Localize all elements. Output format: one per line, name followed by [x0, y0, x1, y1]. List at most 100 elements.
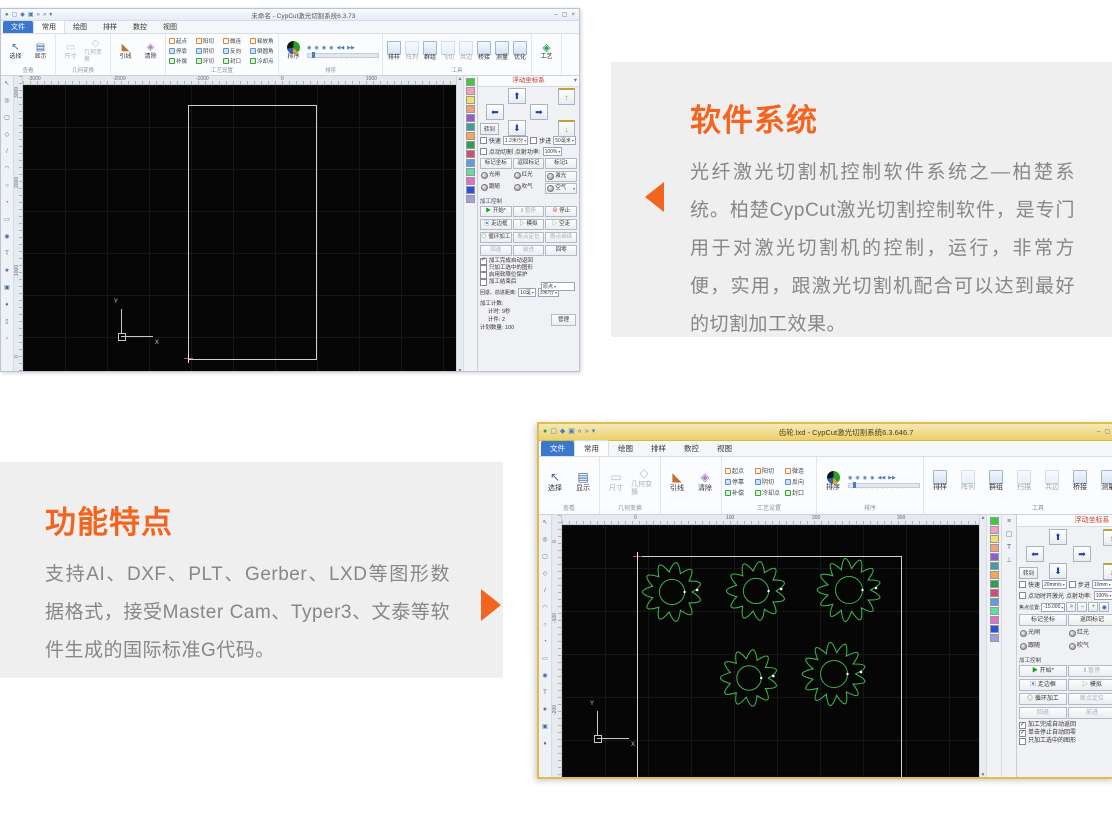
- nozzle-up-button[interactable]: ↑: [1103, 529, 1112, 546]
- step-checkbox[interactable]: [1069, 581, 1076, 588]
- mark-button[interactable]: 标记坐标: [480, 158, 512, 169]
- craft-setting-item[interactable]: 环切: [196, 57, 221, 65]
- sort-option-icon[interactable]: ◀◀: [878, 475, 886, 481]
- draw-tool-icon[interactable]: ◎: [4, 93, 9, 110]
- sort-option-icon[interactable]: ◉: [870, 475, 874, 481]
- process-button[interactable]: 暂停: [1068, 665, 1112, 677]
- palette-color[interactable]: [990, 589, 999, 597]
- draw-tool-icon[interactable]: T: [543, 685, 547, 702]
- ribbon-tool-button[interactable]: 测量: [1095, 470, 1112, 492]
- step-checkbox[interactable]: [530, 137, 537, 144]
- fast-speed-select[interactable]: 1.2米/分: [503, 136, 528, 145]
- palette-color[interactable]: [466, 132, 475, 140]
- draw-tool-icon[interactable]: ★: [4, 263, 9, 280]
- fast-speed-select[interactable]: 20mm/s: [1042, 580, 1067, 589]
- palette-color[interactable]: [990, 580, 999, 588]
- draw-tool-icon[interactable]: ▢: [542, 549, 548, 566]
- quick-access-icon[interactable]: ●: [543, 429, 547, 435]
- quick-access-icon[interactable]: ▣: [28, 12, 34, 18]
- palette-color[interactable]: [466, 78, 475, 86]
- palette-color[interactable]: [466, 159, 475, 167]
- craft-setting-item[interactable]: 反向: [785, 477, 813, 486]
- sort-option-icon[interactable]: ◉: [863, 475, 867, 481]
- canvas-scrollbar[interactable]: ▲▼: [979, 515, 986, 778]
- ribbon-tool-button[interactable]: 桥接: [476, 41, 492, 62]
- drawing-canvas[interactable]: Y X: [562, 525, 979, 778]
- craft-setting-item[interactable]: 微连: [223, 37, 248, 45]
- menu-tab[interactable]: 视图: [155, 21, 185, 33]
- scroll-up-icon[interactable]: ▲: [981, 515, 986, 521]
- palette-color[interactable]: [990, 562, 999, 570]
- sort-button[interactable]: 排序: [820, 471, 846, 492]
- palette-color[interactable]: [466, 168, 475, 176]
- craft-setting-item[interactable]: 阴切: [196, 47, 221, 55]
- select-button[interactable]: ↖选择: [542, 470, 568, 493]
- ribbon-tool-button[interactable]: 飞切: [440, 41, 456, 62]
- focus-adjust-button[interactable]: −: [1077, 602, 1087, 612]
- io-indicator[interactable]: 跟随: [1019, 641, 1067, 651]
- display-button[interactable]: ▤显示: [570, 470, 596, 493]
- craft-setting-item[interactable]: 微连: [785, 466, 813, 475]
- scroll-down-icon[interactable]: ▼: [458, 368, 463, 372]
- palette-color[interactable]: [990, 553, 999, 561]
- ribbon-tool-button[interactable]: 群组: [983, 470, 1009, 492]
- focus-position-select[interactable]: -15.000: [1041, 603, 1065, 612]
- io-indicator[interactable]: 空气: [545, 183, 577, 194]
- jog-right-button[interactable]: ➡: [530, 104, 548, 120]
- jog-right-button[interactable]: ➡: [1073, 546, 1091, 562]
- ribbon-tool-button[interactable]: 共边: [458, 41, 474, 62]
- erase-button[interactable]: ◈清除: [692, 470, 718, 493]
- draw-tool-icon[interactable]: ♦: [543, 736, 546, 753]
- io-indicator[interactable]: 跟随: [480, 183, 512, 192]
- menu-tab[interactable]: 绘图: [609, 441, 642, 456]
- draw-tool-icon[interactable]: ◇: [543, 566, 548, 583]
- process-button[interactable]: 循环加工: [480, 232, 512, 243]
- process-button[interactable]: 走边框: [1019, 679, 1067, 691]
- craft-button[interactable]: ◈工艺: [535, 42, 558, 61]
- palette-color[interactable]: [990, 607, 999, 615]
- sort-option-icon[interactable]: ▶▶: [347, 45, 355, 51]
- step-size-select[interactable]: 10mm: [1092, 580, 1112, 589]
- draw-tool-icon[interactable]: ▣: [4, 280, 10, 297]
- draw-tool-icon[interactable]: ◎: [542, 532, 547, 549]
- menu-tab[interactable]: 排样: [642, 441, 675, 456]
- nozzle-down-button[interactable]: ↓: [558, 120, 575, 137]
- window-control-button[interactable]: –: [1097, 429, 1100, 435]
- process-button[interactable]: 前进: [513, 245, 545, 256]
- mark-button[interactable]: 返回标记: [513, 158, 545, 169]
- sheet-outline[interactable]: [188, 105, 317, 360]
- quick-access-icon[interactable]: ●: [5, 12, 9, 18]
- draw-tool-icon[interactable]: ▯: [5, 314, 8, 331]
- window-control-button[interactable]: –: [554, 12, 557, 18]
- panel-checkbox[interactable]: 只加工选中的图形: [1019, 737, 1112, 745]
- palette-color[interactable]: [990, 598, 999, 606]
- panel-header[interactable]: 浮动坐标系: [478, 76, 579, 87]
- draw-tool-icon[interactable]: ▭: [542, 651, 548, 668]
- ribbon-tool-button[interactable]: 排样: [386, 41, 402, 62]
- distance-select[interactable]: 10毫: [518, 288, 536, 297]
- sort-option-icon[interactable]: ◉: [855, 475, 859, 481]
- quick-access-icon[interactable]: «: [37, 12, 40, 18]
- process-button[interactable]: 模拟: [513, 219, 545, 230]
- draw-tool-icon[interactable]: ♦: [5, 297, 8, 314]
- craft-setting-item[interactable]: 起点: [725, 466, 753, 475]
- ribbon-tool-button[interactable]: 扫描: [1011, 470, 1037, 492]
- draw-tool-icon[interactable]: ◇: [5, 127, 10, 144]
- panel-header[interactable]: 浮动坐标系: [1017, 515, 1112, 527]
- draw-tool-icon[interactable]: ◠: [4, 161, 9, 178]
- jog-left-button[interactable]: ⬅: [1026, 546, 1044, 562]
- transform-button[interactable]: ◇几何变换: [84, 38, 107, 64]
- ribbon-tool-button[interactable]: 测量: [494, 41, 510, 62]
- process-button[interactable]: 循环加工: [1019, 693, 1067, 705]
- menu-tab[interactable]: 视图: [708, 441, 741, 456]
- draw-tool-icon[interactable]: ▫: [6, 331, 8, 348]
- draw-tool-icon[interactable]: ↖: [542, 515, 547, 532]
- quick-access-icon[interactable]: ◆: [560, 429, 565, 435]
- nozzle-down-button[interactable]: ↓: [1103, 563, 1112, 580]
- quick-access-icon[interactable]: »: [43, 12, 46, 18]
- ribbon-tool-button[interactable]: 群组: [422, 41, 438, 62]
- window-control-button[interactable]: ×: [571, 12, 575, 18]
- scroll-down-icon[interactable]: ▼: [981, 772, 986, 778]
- quick-access-icon[interactable]: ▢: [12, 12, 18, 18]
- window-control-button[interactable]: ▢: [1104, 429, 1110, 435]
